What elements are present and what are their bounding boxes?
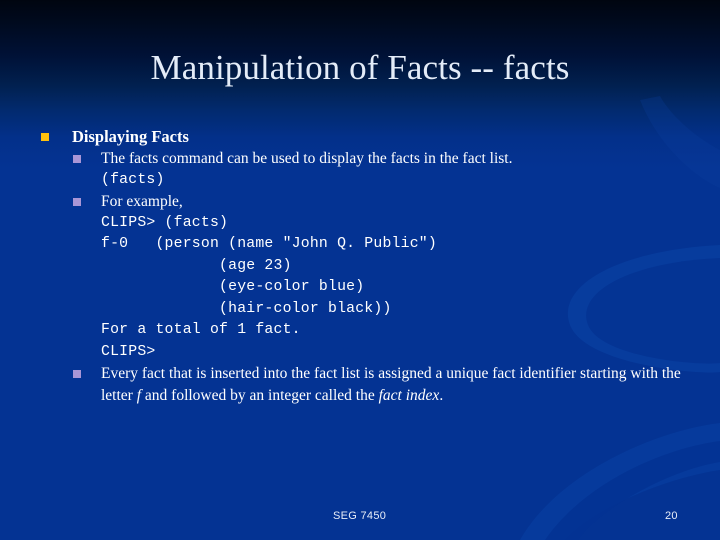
bullet-level2-label: The facts command can be used to display…: [101, 150, 513, 167]
code-line-1: f-0 (person (name "John Q. Public"): [101, 236, 437, 252]
square-bullet-icon: [73, 370, 81, 378]
code-line-5: For a total of 1 fact.: [101, 322, 301, 338]
page-title: Manipulation of Facts -- facts: [150, 48, 570, 87]
bullet-level1-displaying-facts: Displaying Facts: [38, 126, 688, 148]
bullet-level2-facts-command: The facts command can be used to display…: [38, 148, 688, 170]
square-bullet-icon: [73, 155, 81, 163]
italic-term-fact-index: fact index: [378, 386, 440, 404]
code-line-2: (age 23): [101, 257, 292, 274]
bullet-level2-fact-identifier: Every fact that is inserted into the fac…: [38, 363, 688, 406]
presentation-slide: Manipulation of Facts -- facts Displayin…: [0, 0, 720, 540]
code-line-3: (eye-color blue): [101, 279, 365, 295]
square-bullet-icon: [41, 133, 49, 141]
code-line-facts: (facts): [101, 171, 165, 188]
code-line-0: CLIPS> (facts): [101, 214, 229, 231]
code-line-4: (hair-color black)): [101, 300, 392, 317]
footer-course-label: SEG 7450: [333, 510, 387, 522]
slide-body: Displaying Facts The facts command can b…: [38, 126, 688, 406]
bullet-level2-for-example: For example,: [38, 191, 688, 213]
square-bullet-icon: [73, 198, 81, 206]
bullet-level2-label: For example,: [101, 193, 183, 210]
bullet-level1-label: Displaying Facts: [72, 127, 189, 146]
bullet-level2-text-part2: and followed by an integer called the: [141, 386, 379, 404]
bullet-level2-text-part3: .: [439, 386, 444, 404]
footer-page-number: 20: [665, 510, 678, 522]
code-line-6: CLIPS>: [101, 343, 156, 360]
